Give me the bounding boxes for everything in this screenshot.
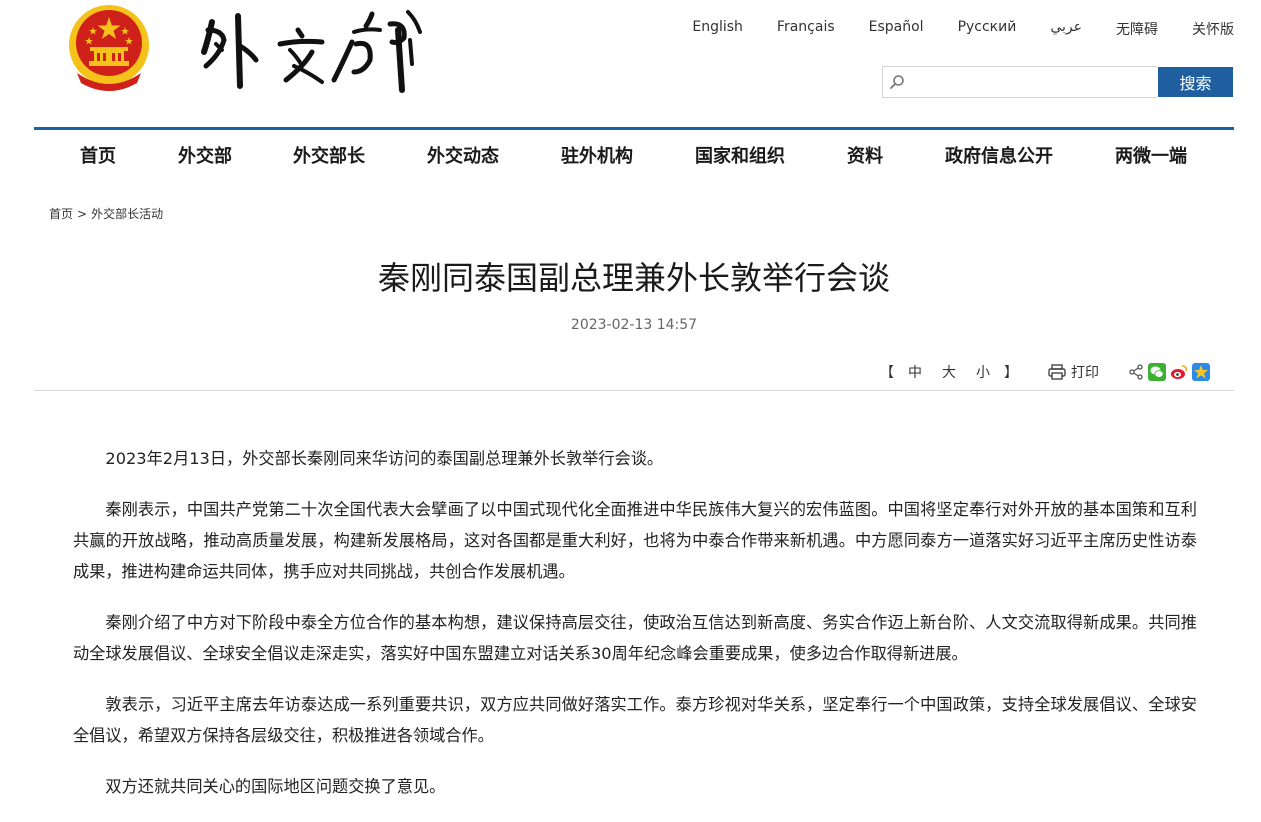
nav-item-home[interactable]: 首页	[80, 142, 116, 168]
printer-icon	[1048, 364, 1066, 380]
nav-item-countries-organizations[interactable]: 国家和组织	[695, 142, 785, 168]
article-date: 2023-02-13 14:57	[570, 317, 698, 333]
search-button[interactable]: 搜索	[1158, 67, 1233, 97]
wechat-icon[interactable]	[1148, 363, 1166, 381]
breadcrumb-current-link[interactable]: 外交部长活动	[91, 207, 163, 221]
article-paragraph: 双方还就共同关心的国际地区问题交换了意见。	[105, 777, 446, 796]
font-size-bracket-close: 】	[1004, 365, 1018, 381]
article-paragraph: 秦刚表示，中国共产党第二十次全国代表大会擘画了以中国式现代化全面推进中华民族伟大…	[73, 500, 1197, 581]
article-body: 2023年2月13日，外交部长秦刚同来华访问的泰国副总理兼外长敦举行会谈。 秦刚…	[73, 443, 1197, 822]
font-size-bracket-open: 【	[880, 365, 894, 381]
font-size-large-button[interactable]: 大	[942, 362, 956, 382]
article-paragraph: 2023年2月13日，外交部长秦刚同来华访问的泰国副总理兼外长敦举行会谈。	[105, 449, 664, 468]
search-icon	[890, 75, 904, 89]
print-label: 打印	[1071, 365, 1099, 381]
lang-arabic-link[interactable]: عربي	[1050, 19, 1082, 39]
search-bar: 搜索	[882, 66, 1234, 98]
article-title: 秦刚同泰国副总理兼外长敦举行会谈	[377, 259, 890, 297]
weibo-icon[interactable]	[1170, 363, 1188, 381]
search-input[interactable]	[911, 71, 1155, 95]
font-size-small-button[interactable]: 小	[976, 362, 990, 382]
search-box	[882, 66, 1157, 98]
lang-spanish-link[interactable]: Español	[869, 19, 924, 39]
share-bar	[1124, 363, 1210, 381]
nav-item-diplomatic-news[interactable]: 外交动态	[427, 142, 499, 168]
elderly-care-link[interactable]: 关怀版	[1192, 19, 1234, 39]
lang-french-link[interactable]: Français	[777, 19, 835, 39]
national-emblem-logo[interactable]	[67, 3, 151, 91]
nav-item-minister[interactable]: 外交部长	[293, 142, 365, 168]
breadcrumb-home-link[interactable]: 首页	[49, 207, 73, 221]
lang-russian-link[interactable]: Русский	[958, 19, 1017, 39]
mfa-calligraphy-logo[interactable]	[194, 0, 434, 95]
nav-item-resources[interactable]: 资料	[847, 142, 883, 168]
accessibility-link[interactable]: 无障碍	[1116, 19, 1158, 39]
article-paragraph: 敦表示，习近平主席去年访泰达成一系列重要共识，双方应共同做好落实工作。泰方珍视对…	[73, 695, 1197, 745]
nav-item-government-info[interactable]: 政府信息公开	[945, 142, 1053, 168]
article-tools: 【 中 大 小 】 打印	[876, 362, 1210, 382]
nav-item-missions-abroad[interactable]: 驻外机构	[561, 142, 633, 168]
content-divider	[34, 390, 1234, 391]
breadcrumb: 首页 > 外交部长活动	[49, 205, 163, 222]
language-links: English Français Español Русский عربي 无障…	[692, 19, 1234, 39]
font-size-medium-button[interactable]: 中	[908, 362, 922, 382]
main-nav: 首页 外交部 外交部长 外交动态 驻外机构 国家和组织 资料 政府信息公开 两微…	[34, 130, 1234, 180]
lang-english-link[interactable]: English	[692, 19, 743, 39]
article-paragraph: 秦刚介绍了中方对下阶段中泰全方位合作的基本构想，建议保持高层交往，使政治互信达到…	[73, 613, 1197, 663]
qzone-icon[interactable]	[1192, 363, 1210, 381]
nav-item-social-media[interactable]: 两微一端	[1115, 142, 1187, 168]
breadcrumb-separator: >	[77, 207, 88, 221]
print-button[interactable]: 打印	[1048, 362, 1099, 382]
nav-item-ministry[interactable]: 外交部	[178, 142, 232, 168]
share-icon[interactable]	[1128, 364, 1144, 380]
font-size-selector: 【 中 大 小 】	[876, 362, 1022, 382]
